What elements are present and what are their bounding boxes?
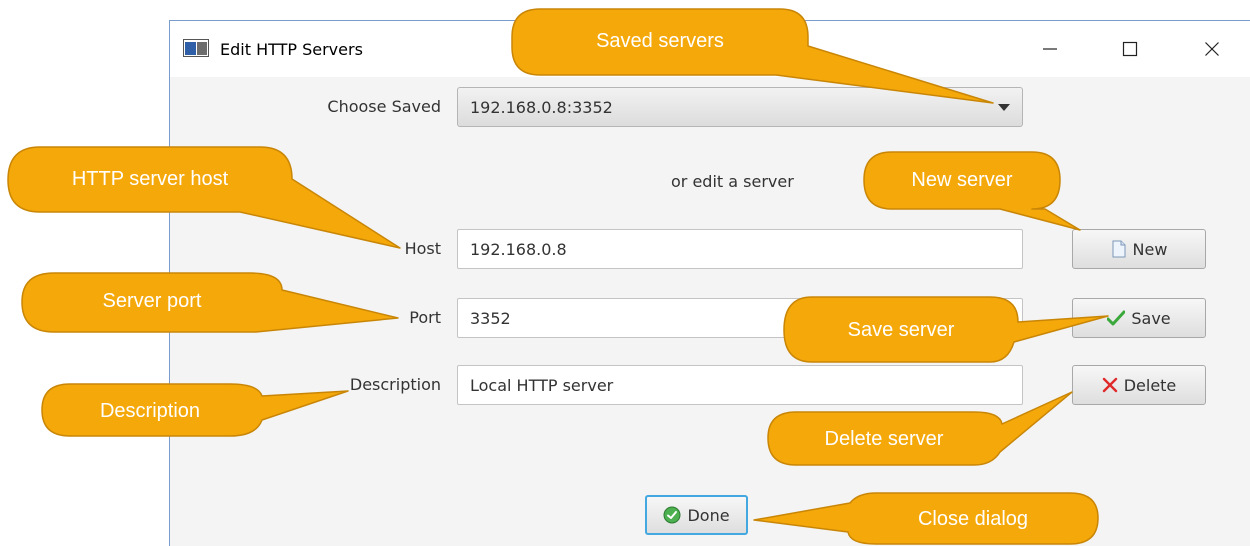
done-button-label: Done bbox=[687, 505, 730, 525]
done-check-circle-icon bbox=[663, 506, 681, 524]
delete-button-label: Delete bbox=[1123, 375, 1177, 395]
save-button-label: Save bbox=[1131, 308, 1171, 328]
or-edit-text: or edit a server bbox=[671, 172, 794, 191]
close-icon bbox=[1205, 42, 1219, 56]
callout-http-server-host: HTTP server host bbox=[71, 167, 229, 190]
delete-x-icon bbox=[1102, 377, 1117, 393]
done-button[interactable]: Done bbox=[645, 495, 748, 535]
host-input[interactable] bbox=[457, 229, 1023, 269]
callout-server-port: Server port bbox=[102, 289, 202, 312]
minimize-icon bbox=[1043, 48, 1057, 50]
host-label: Host bbox=[404, 239, 441, 258]
new-button-label: New bbox=[1132, 239, 1168, 259]
app-window-icon bbox=[183, 39, 209, 57]
choose-saved-value: 192.168.0.8:3352 bbox=[470, 98, 613, 117]
save-button[interactable]: Save bbox=[1072, 298, 1206, 338]
callout-close-dialog: Close dialog bbox=[917, 507, 1029, 530]
new-button[interactable]: New bbox=[1072, 229, 1206, 269]
maximize-icon bbox=[1122, 41, 1138, 57]
choose-saved-label: Choose Saved bbox=[327, 97, 441, 116]
new-document-icon bbox=[1112, 240, 1126, 258]
screenshot-stage: Edit HTTP Servers Choose Saved 192.168.0… bbox=[0, 0, 1250, 546]
callout-saved-servers: Saved servers bbox=[596, 29, 724, 52]
edit-http-servers-dialog: Edit HTTP Servers Choose Saved 192.168.0… bbox=[169, 20, 1250, 546]
description-input[interactable] bbox=[457, 365, 1023, 405]
choose-saved-combobox[interactable]: 192.168.0.8:3352 bbox=[457, 87, 1023, 127]
checkmark-icon bbox=[1107, 310, 1126, 326]
description-label: Description bbox=[349, 375, 441, 394]
delete-button[interactable]: Delete bbox=[1072, 365, 1206, 405]
chevron-down-icon bbox=[998, 104, 1010, 111]
minimize-button[interactable] bbox=[1030, 33, 1070, 65]
callout-new-server: New server bbox=[911, 168, 1013, 191]
maximize-button[interactable] bbox=[1110, 33, 1150, 65]
window-title: Edit HTTP Servers bbox=[220, 40, 363, 59]
callout-save-server: Save server bbox=[847, 318, 955, 341]
callout-delete-server: Delete server bbox=[824, 427, 944, 450]
callout-description: Description bbox=[99, 399, 201, 422]
close-button[interactable] bbox=[1192, 33, 1232, 65]
